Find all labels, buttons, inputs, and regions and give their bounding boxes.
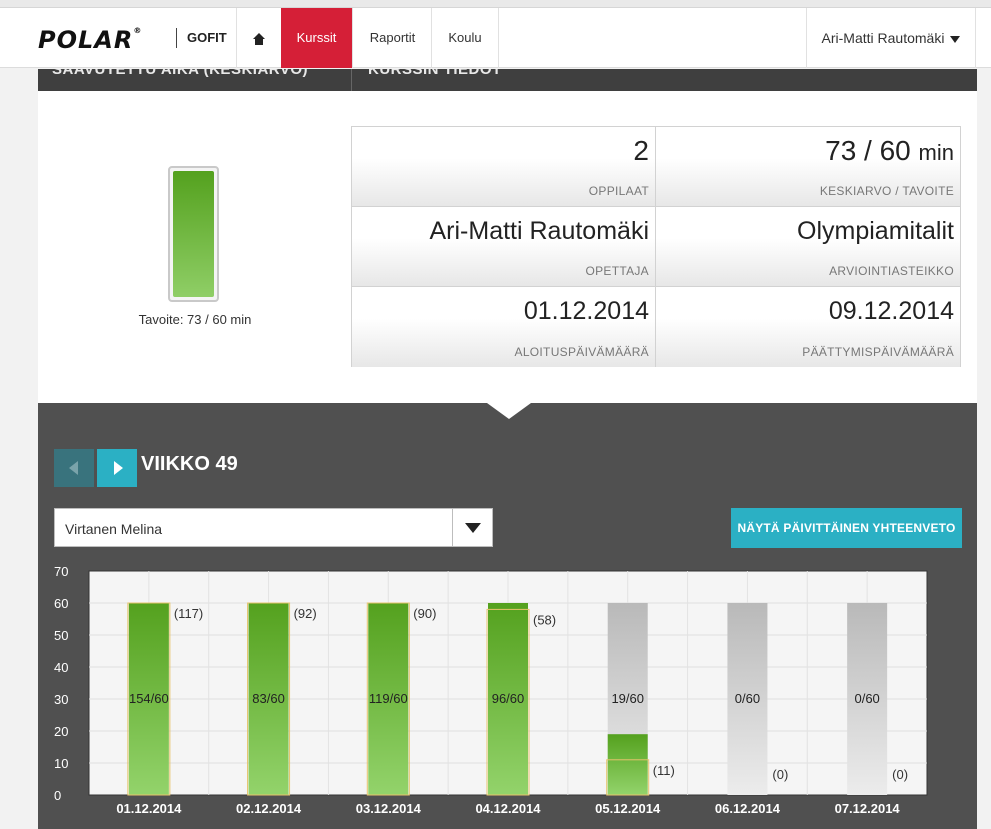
x-tick-label: 04.12.2014 — [475, 801, 541, 816]
x-tick-label: 02.12.2014 — [236, 801, 302, 816]
section-header-band: SAAVUTETTU AIKA (KESKIARVO) KURSSIN TIED… — [38, 69, 977, 91]
top-navbar: POLAR® GOFIT Kurssit Raportit Koulu Ari-… — [0, 8, 991, 68]
start-date-label: ALOITUSPÄIVÄMÄÄRÄ — [514, 345, 649, 359]
y-tick-label: 40 — [54, 660, 68, 675]
user-name: Ari-Matti Rautomäki — [821, 30, 945, 46]
bar-ratio-label: 154/60 — [129, 691, 169, 706]
bar-outline-label: (0) — [892, 767, 908, 782]
time-gauge-fill — [173, 171, 214, 297]
info-cell-average: 73 / 60 min KESKIARVO / TAVOITE — [656, 127, 960, 207]
bar-outline-label: (92) — [294, 606, 317, 621]
browser-top-strip — [0, 0, 991, 8]
info-cell-scale: Olympiamitalit ARVIOINTIASTEIKKO — [656, 207, 960, 287]
y-tick-label: 10 — [54, 756, 68, 771]
x-tick-label: 07.12.2014 — [835, 801, 901, 816]
x-tick-label: 03.12.2014 — [356, 801, 422, 816]
logo-text: POLAR — [38, 26, 134, 54]
teacher-value: Ari-Matti Rautomäki — [429, 217, 650, 245]
section-header-divider — [351, 69, 352, 91]
gauge-label: Tavoite: 73 / 60 min — [138, 312, 252, 327]
y-tick-label: 60 — [54, 596, 68, 611]
students-value: 2 — [633, 135, 649, 166]
x-tick-label: 06.12.2014 — [715, 801, 781, 816]
average-number: 73 / 60 — [825, 135, 911, 166]
y-tick-label: 0 — [54, 788, 61, 803]
scale-label: ARVIOINTIASTEIKKO — [829, 264, 954, 278]
daily-activity-chart: 0 10 20 30 40 50 60 70 154/60 (117) 01.12.2014 83/6… — [54, 564, 928, 816]
info-cell-start-date: 01.12.2014 ALOITUSPÄIVÄMÄÄRÄ — [352, 287, 656, 367]
bar-ratio-label: 96/60 — [492, 691, 525, 706]
course-info-grid: 2 OPPILAAT 73 / 60 min KESKIARVO / TAVOI… — [351, 126, 961, 367]
bar-ratio-label: 0/60 — [735, 691, 760, 706]
user-menu[interactable]: Ari-Matti Rautomäki — [806, 8, 976, 68]
nav-home[interactable] — [236, 8, 281, 68]
scale-value: Olympiamitalit — [797, 217, 954, 245]
bar-ratio-label: 83/60 — [252, 691, 285, 706]
average-value: 73 / 60 min — [825, 135, 954, 167]
y-tick-label: 30 — [54, 692, 68, 707]
info-cell-teacher: Ari-Matti Rautomäki OPETTAJA — [352, 207, 656, 287]
bar-outline-label: (90) — [413, 606, 436, 621]
nav-tab-kurssit[interactable]: Kurssit — [281, 8, 352, 68]
bar-outline-label: (58) — [533, 612, 556, 627]
bar-outline-label: (117) — [174, 606, 203, 621]
x-tick-label: 05.12.2014 — [595, 801, 661, 816]
y-tick-label: 50 — [54, 628, 68, 643]
x-tick-label: 01.12.2014 — [116, 801, 182, 816]
end-date-value: 09.12.2014 — [828, 297, 954, 325]
info-cell-students: 2 OPPILAAT — [352, 127, 656, 207]
bar-ratio-label: 19/60 — [611, 691, 644, 706]
teacher-label: OPETTAJA — [585, 264, 649, 278]
polar-logo[interactable]: POLAR® — [38, 26, 142, 54]
product-name: GOFIT — [176, 28, 227, 48]
time-gauge — [168, 166, 219, 302]
section-header-achieved-time: SAAVUTETTU AIKA (KESKIARVO) — [52, 69, 309, 78]
course-summary-card: Tavoite: 73 / 60 min 2 OPPILAAT 73 / 60 … — [38, 91, 977, 403]
bar-achieved — [607, 734, 648, 795]
bar-ratio-label: 0/60 — [854, 691, 879, 706]
nav-tab-koulu[interactable]: Koulu — [431, 8, 499, 68]
home-icon-base — [255, 39, 263, 45]
y-tick-label: 20 — [54, 724, 68, 739]
weekly-panel: VIIKKO 49 Virtanen Melina NÄYTÄ PÄIVITTÄ… — [38, 403, 977, 829]
end-date-label: PÄÄTTYMISPÄIVÄMÄÄRÄ — [802, 345, 954, 359]
bar-outline-label: (11) — [653, 763, 675, 778]
bar-ratio-label: 119/60 — [369, 691, 408, 706]
bar-outline-label: (0) — [772, 767, 788, 782]
logo-registered-mark: ® — [133, 26, 143, 35]
students-label: OPPILAAT — [588, 184, 649, 198]
info-cell-end-date: 09.12.2014 PÄÄTTYMISPÄIVÄMÄÄRÄ — [656, 287, 960, 367]
y-tick-label: 70 — [54, 564, 68, 579]
average-unit: min — [918, 140, 954, 165]
panel-pointer-arrow — [487, 403, 531, 419]
nav-tab-raportit[interactable]: Raportit — [352, 8, 432, 68]
section-header-course-info: KURSSIN TIEDOT — [368, 69, 502, 78]
start-date-value: 01.12.2014 — [523, 297, 649, 325]
average-label: KESKIARVO / TAVOITE — [819, 184, 954, 198]
caret-down-icon — [950, 35, 961, 43]
